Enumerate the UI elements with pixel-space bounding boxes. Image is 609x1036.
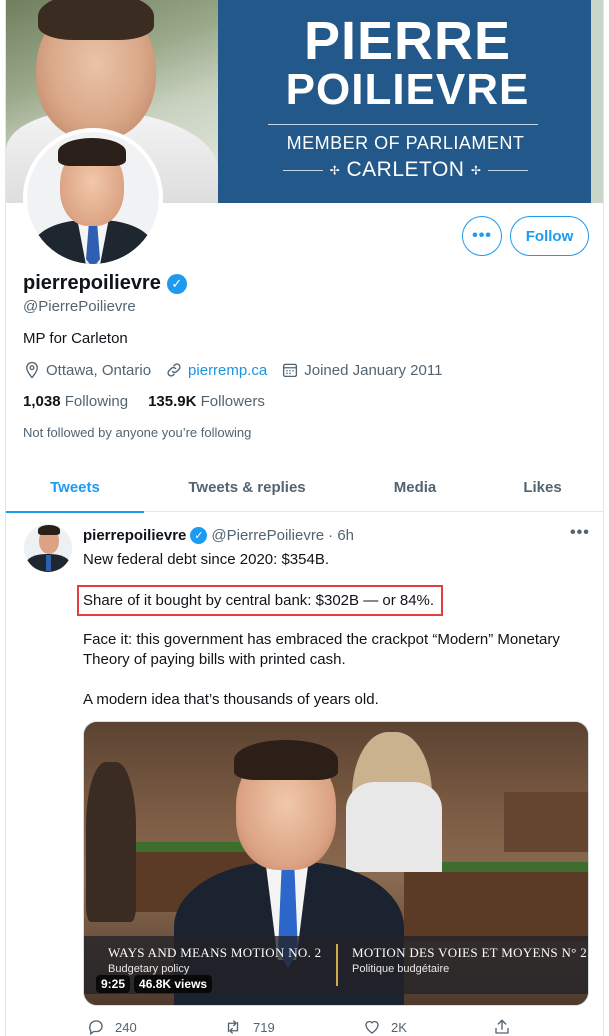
tweet-more-button[interactable]: ••• xyxy=(570,524,590,542)
lower-third-divider xyxy=(336,944,338,986)
profile-handle: @PierrePoilievre xyxy=(23,298,136,315)
reply-icon xyxy=(89,1020,103,1036)
retweet-count: 719 xyxy=(253,1019,275,1035)
location-pin-icon xyxy=(26,361,38,379)
profile-tabs: Tweets Tweets & replies Media Likes xyxy=(6,462,603,513)
followers-count: 135.9K xyxy=(148,393,197,410)
profile-avatar[interactable] xyxy=(23,128,163,268)
following-label: Following xyxy=(64,393,129,410)
video-bench xyxy=(504,792,588,852)
tweet-text-line: New federal debt since 2020: $354B. xyxy=(83,551,329,568)
tweet-header: pierrepoilievre ✓ @PierrePoilievre · 6h xyxy=(83,527,354,544)
banner-rule-right xyxy=(487,169,528,171)
video-views: 46.8K views xyxy=(134,975,213,993)
banner-divider xyxy=(268,124,538,125)
lower-third-title-en: WAYS AND MEANS MOTION NO. 2 xyxy=(108,945,322,960)
video-duration: 9:25 xyxy=(96,975,131,993)
follow-button[interactable]: Follow xyxy=(510,216,589,256)
followers-link[interactable]: 135.9K Followers xyxy=(148,393,265,410)
retweet-icon xyxy=(227,1020,239,1034)
tweet-text-line: A modern idea that’s thousands of years … xyxy=(83,691,379,708)
avatar-hair xyxy=(58,138,126,166)
more-options-button[interactable]: ••• xyxy=(462,216,502,256)
banner-name-line2: POILIEVRE xyxy=(285,65,530,114)
banner-riding: CARLETON xyxy=(346,158,465,181)
follow-counts: 1,038 Following 135.9K Followers xyxy=(23,393,265,410)
like-count: 2K xyxy=(391,1019,407,1035)
retweet-button[interactable]: 719 xyxy=(223,1018,275,1036)
like-button[interactable]: 2K xyxy=(363,1018,407,1036)
reply-count: 240 xyxy=(115,1019,137,1035)
tweet-avatar[interactable] xyxy=(24,524,72,572)
tweet-text-line: Theory of paying bills with printed cash… xyxy=(83,651,346,668)
share-icon xyxy=(495,1019,509,1034)
banner-riding-row: ✢ CARLETON ✢ xyxy=(212,158,599,182)
location-item: Ottawa, Ontario xyxy=(23,361,151,379)
profile-bio: MP for Carleton xyxy=(23,330,128,347)
lower-third-sub-en: Budgetary policy xyxy=(108,963,190,975)
tweet-time[interactable]: · 6h xyxy=(328,527,354,544)
heart-icon xyxy=(365,1020,379,1034)
tweet-text-line: Face it: this government has embraced th… xyxy=(83,631,560,648)
joined-item: Joined January 2011 xyxy=(281,361,442,379)
reply-button[interactable]: 240 xyxy=(87,1018,137,1036)
banner-hair xyxy=(38,0,154,40)
lower-third-title-fr: MOTION DES VOIES ET MOYENS N° 2 xyxy=(352,945,588,960)
tweet-video[interactable]: WAYS AND MEANS MOTION NO. 2 Budgetary po… xyxy=(83,721,589,1006)
profile-page: PIERRE POILIEVRE MEMBER OF PARLIAMENT ✢ … xyxy=(5,0,604,1036)
verified-badge-icon: ✓ xyxy=(190,527,208,544)
lower-third-sub-fr: Politique budgétaire xyxy=(352,963,450,975)
banner-role: MEMBER OF PARLIAMENT xyxy=(286,133,525,153)
video-person-right xyxy=(346,782,442,872)
location-text: Ottawa, Ontario xyxy=(46,361,152,379)
tweet-avatar-hair xyxy=(38,525,60,535)
website-item: pierremp.ca xyxy=(165,361,267,379)
banner-rule-left xyxy=(283,169,324,171)
avatar-photo xyxy=(27,132,159,264)
tweet-text-line: Share of it bought by central bank: $302… xyxy=(83,592,435,609)
followers-label: Followers xyxy=(200,393,265,410)
calendar-icon xyxy=(283,363,298,378)
video-badges: 9:25 46.8K views xyxy=(96,975,213,993)
verified-badge-icon: ✓ xyxy=(166,273,187,294)
share-button[interactable] xyxy=(493,1018,511,1036)
tab-tweets[interactable]: Tweets xyxy=(6,462,144,513)
not-followed-notice: Not followed by anyone you’re following xyxy=(23,425,252,440)
website-link[interactable]: pierremp.ca xyxy=(188,362,267,379)
video-speaker-hair xyxy=(234,740,338,780)
profile-display-name: pierrepoilievre xyxy=(23,272,161,294)
video-person-left xyxy=(86,762,136,922)
following-count: 1,038 xyxy=(23,393,61,410)
joined-text: Joined January 2011 xyxy=(304,361,443,379)
tweet-actions: 240 719 2K xyxy=(83,1016,533,1036)
link-icon xyxy=(167,363,181,377)
video-bench xyxy=(404,862,588,942)
tab-tweets-replies[interactable]: Tweets & replies xyxy=(144,462,350,512)
profile-name-row: pierrepoilievre ✓ xyxy=(23,272,187,295)
tweet-avatar-tie xyxy=(46,555,51,571)
banner-name-line1: PIERRE xyxy=(303,11,512,71)
tab-likes[interactable]: Likes xyxy=(480,462,603,512)
tab-media[interactable]: Media xyxy=(350,462,480,512)
tweet-author-handle[interactable]: @PierrePoilievre xyxy=(211,527,324,544)
tweet-author-name[interactable]: pierrepoilievre xyxy=(83,527,186,544)
maple-leaf-icon: ✢ xyxy=(329,163,341,178)
following-link[interactable]: 1,038 Following xyxy=(23,393,128,410)
maple-leaf-icon: ✢ xyxy=(470,163,482,178)
profile-meta: Ottawa, Ontario pierremp.ca Joined Janua… xyxy=(23,361,456,379)
